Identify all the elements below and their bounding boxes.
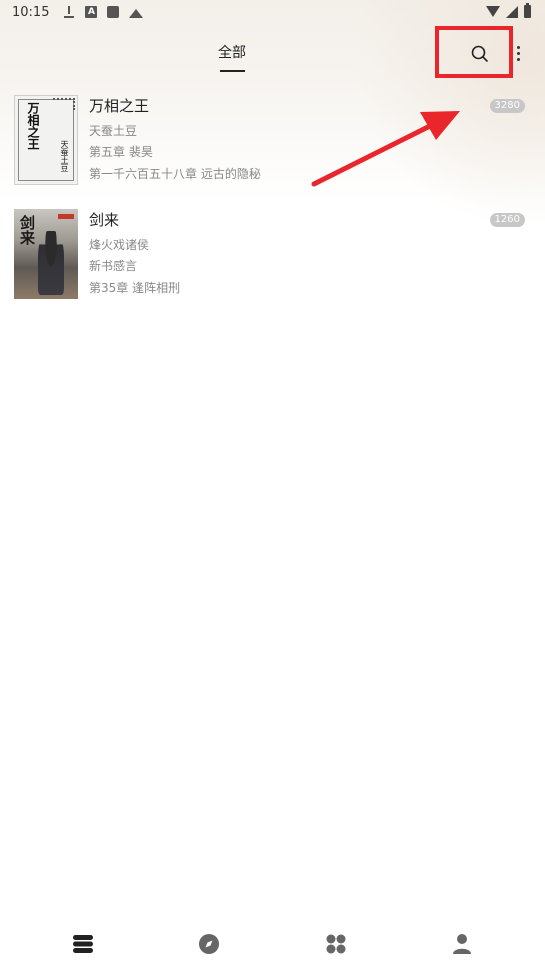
status-time: 10:15 <box>12 4 50 20</box>
cover-figure <box>38 231 64 295</box>
search-highlight-annotation <box>435 26 513 78</box>
book-read-chapter: 第五章 裴昊 <box>89 145 153 159</box>
nav-apps[interactable] <box>316 924 356 964</box>
signal-icon <box>506 5 518 18</box>
status-bar: 10:15 A <box>0 0 545 24</box>
download-icon <box>63 6 75 18</box>
nav-discover[interactable] <box>189 924 229 964</box>
cover-author: 天蚕土豆 <box>60 140 69 172</box>
apps-icon <box>326 934 346 954</box>
more-vertical-icon[interactable] <box>511 38 525 68</box>
book-title: 万相之王 <box>89 97 150 115</box>
status-right-icons <box>486 3 531 18</box>
nav-profile[interactable] <box>442 924 482 964</box>
unread-count-badge: 1260 <box>489 213 525 227</box>
book-title: 剑来 <box>89 211 120 229</box>
bookshelf-icon <box>73 935 94 953</box>
book-author: 天蚕土豆 <box>89 124 138 138</box>
book-item[interactable]: 万相之王 天蚕土豆 万相之王 天蚕土豆 第五章 裴昊 第一千六百五十八章 远古的… <box>0 94 545 204</box>
nav-bookshelf[interactable] <box>63 924 103 964</box>
tab-all[interactable]: 全部 <box>214 42 250 62</box>
cover-title: 剑来 <box>18 215 36 245</box>
book-read-chapter: 新书感言 <box>89 259 138 273</box>
compass-icon <box>199 934 220 954</box>
a-icon: A <box>85 6 98 18</box>
book-cover[interactable]: 剑来 <box>14 209 78 299</box>
unread-count-badge: 3280 <box>489 99 525 113</box>
bottom-navigation <box>0 920 545 968</box>
book-latest-chapter: 第一千六百五十八章 远古的隐秘 <box>89 167 261 181</box>
book-author: 烽火戏诸侯 <box>89 238 150 252</box>
tab-indicator <box>220 70 245 72</box>
cover-title: 万相之王 <box>26 102 40 150</box>
square-icon <box>107 6 120 18</box>
wifi-icon <box>486 6 500 17</box>
mountain-icon <box>129 8 144 18</box>
book-cover[interactable]: 万相之王 天蚕土豆 <box>14 95 78 185</box>
profile-icon <box>452 934 471 954</box>
book-latest-chapter: 第35章 逢阵相刑 <box>89 281 181 295</box>
battery-icon <box>524 3 531 18</box>
book-item[interactable]: 剑来 剑来 烽火戏诸侯 新书感言 第35章 逢阵相刑 1260 <box>0 208 545 318</box>
